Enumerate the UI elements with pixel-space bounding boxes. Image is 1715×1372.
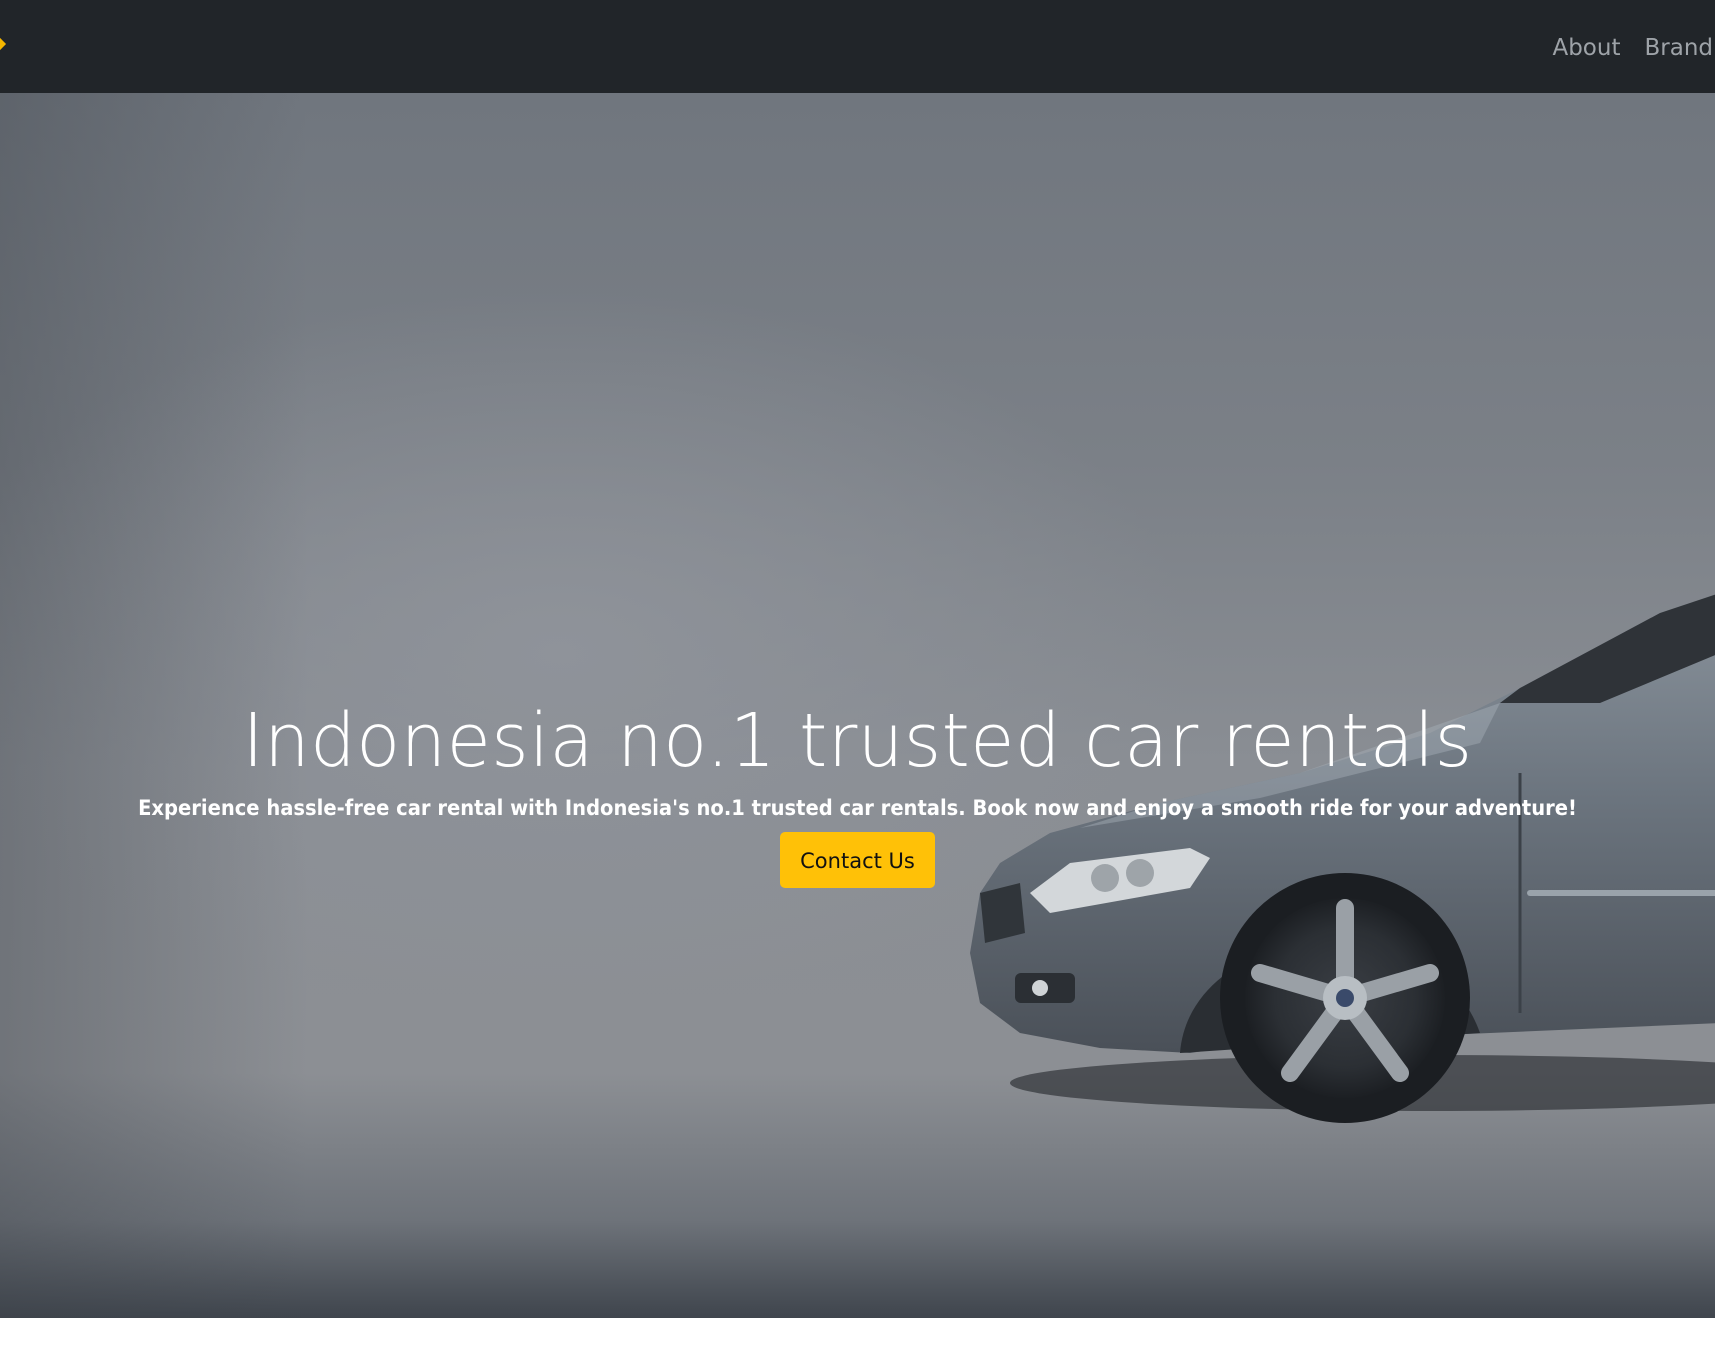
top-navbar: About Brand: [0, 0, 1715, 93]
nav-link-about[interactable]: About: [1552, 32, 1620, 64]
car-image: [970, 594, 1715, 1123]
brand-logo-icon[interactable]: [0, 36, 7, 52]
page-below-hero: [0, 1318, 1715, 1372]
hero-title: Indonesia no.1 trusted car rentals: [242, 698, 1473, 784]
nav-link-brand[interactable]: Brand: [1644, 32, 1713, 64]
hero-subtitle: Experience hassle-free car rental with I…: [138, 796, 1577, 820]
contact-us-button[interactable]: Contact Us: [780, 832, 935, 888]
hero-content: Indonesia no.1 trusted car rentals Exper…: [0, 693, 1715, 888]
hero-section: Indonesia no.1 trusted car rentals Exper…: [0, 93, 1715, 1318]
nav-links: About Brand: [1552, 32, 1713, 64]
